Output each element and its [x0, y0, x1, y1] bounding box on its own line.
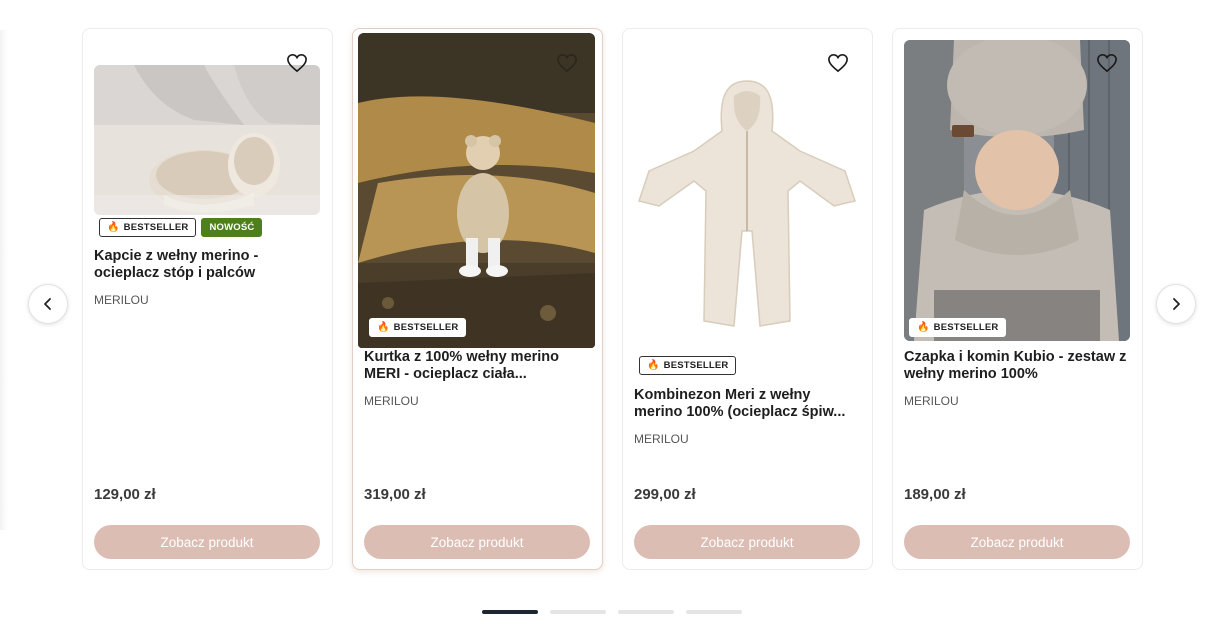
chevron-left-icon — [44, 298, 51, 310]
badge-group: 🔥 BESTSELLER — [639, 356, 737, 375]
product-image[interactable] — [94, 65, 320, 215]
bestseller-badge: 🔥 BESTSELLER — [909, 318, 1007, 337]
bestseller-badge: 🔥 BESTSELLER — [369, 318, 467, 337]
fire-icon: 🔥 — [917, 321, 930, 333]
new-badge: NOWOŚĆ — [201, 218, 263, 237]
left-edge-shadow — [0, 30, 8, 530]
product-title[interactable]: Czapka i komin Kubio - zestaw z wełny me… — [904, 349, 1132, 383]
chevron-right-icon — [1173, 298, 1180, 310]
badge-label: NOWOŚĆ — [209, 222, 255, 233]
product-card[interactable]: 🔥 BESTSELLER Kombinezon Meri z wełny mer… — [622, 28, 873, 570]
carousel-pagination — [482, 610, 742, 614]
badge-label: BESTSELLER — [663, 360, 729, 371]
view-product-button[interactable]: Zobacz produkt — [94, 525, 320, 559]
heart-icon — [828, 53, 848, 73]
favorite-button[interactable] — [825, 50, 851, 76]
heart-icon — [1097, 53, 1117, 73]
fire-icon: 🔥 — [377, 321, 390, 333]
bestseller-badge: 🔥 BESTSELLER — [639, 356, 737, 375]
pagination-dot[interactable] — [618, 610, 674, 614]
product-price: 319,00 zł — [364, 486, 426, 503]
pagination-dot[interactable] — [550, 610, 606, 614]
fire-icon: 🔥 — [647, 359, 660, 371]
heart-icon — [287, 53, 307, 73]
product-image[interactable] — [358, 33, 595, 348]
view-product-button[interactable]: Zobacz produkt — [364, 525, 590, 559]
favorite-button[interactable] — [1094, 50, 1120, 76]
product-image[interactable] — [904, 40, 1130, 341]
carousel-next-button[interactable] — [1156, 284, 1196, 324]
product-brand: MERILOU — [94, 293, 149, 307]
product-price: 299,00 zł — [634, 486, 696, 503]
product-card[interactable]: 🔥 BESTSELLER NOWOŚĆ Kapcie z wełny merin… — [82, 28, 333, 570]
view-product-button[interactable]: Zobacz produkt — [634, 525, 860, 559]
badge-label: BESTSELLER — [393, 322, 459, 333]
badge-label: BESTSELLER — [123, 222, 189, 233]
favorite-button[interactable] — [284, 50, 310, 76]
fire-icon: 🔥 — [107, 221, 120, 233]
favorite-button[interactable] — [554, 50, 580, 76]
product-image[interactable] — [634, 41, 860, 346]
badge-label: BESTSELLER — [933, 322, 999, 333]
badge-group: 🔥 BESTSELLER NOWOŚĆ — [99, 218, 263, 237]
product-card[interactable]: 🔥 BESTSELLER Kurtka z 100% wełny merino … — [352, 28, 603, 570]
pagination-dot[interactable] — [686, 610, 742, 614]
product-title[interactable]: Kombinezon Meri z wełny merino 100% (oci… — [634, 387, 862, 421]
badge-group: 🔥 BESTSELLER — [909, 318, 1007, 337]
product-brand: MERILOU — [634, 432, 689, 446]
product-brand: MERILOU — [904, 394, 959, 408]
product-brand: MERILOU — [364, 394, 419, 408]
pagination-dot[interactable] — [482, 610, 538, 614]
product-title[interactable]: Kapcie z wełny merino - ocieplacz stóp i… — [94, 248, 322, 282]
carousel-prev-button[interactable] — [28, 284, 68, 324]
product-title[interactable]: Kurtka z 100% wełny merino MERI - ociepl… — [364, 349, 592, 383]
product-price: 189,00 zł — [904, 486, 966, 503]
bestseller-badge: 🔥 BESTSELLER — [99, 218, 197, 237]
product-price: 129,00 zł — [94, 486, 156, 503]
view-product-button[interactable]: Zobacz produkt — [904, 525, 1130, 559]
product-card[interactable]: 🔥 BESTSELLER Czapka i komin Kubio - zest… — [892, 28, 1143, 570]
badge-group: 🔥 BESTSELLER — [369, 318, 467, 337]
heart-icon — [557, 53, 577, 73]
